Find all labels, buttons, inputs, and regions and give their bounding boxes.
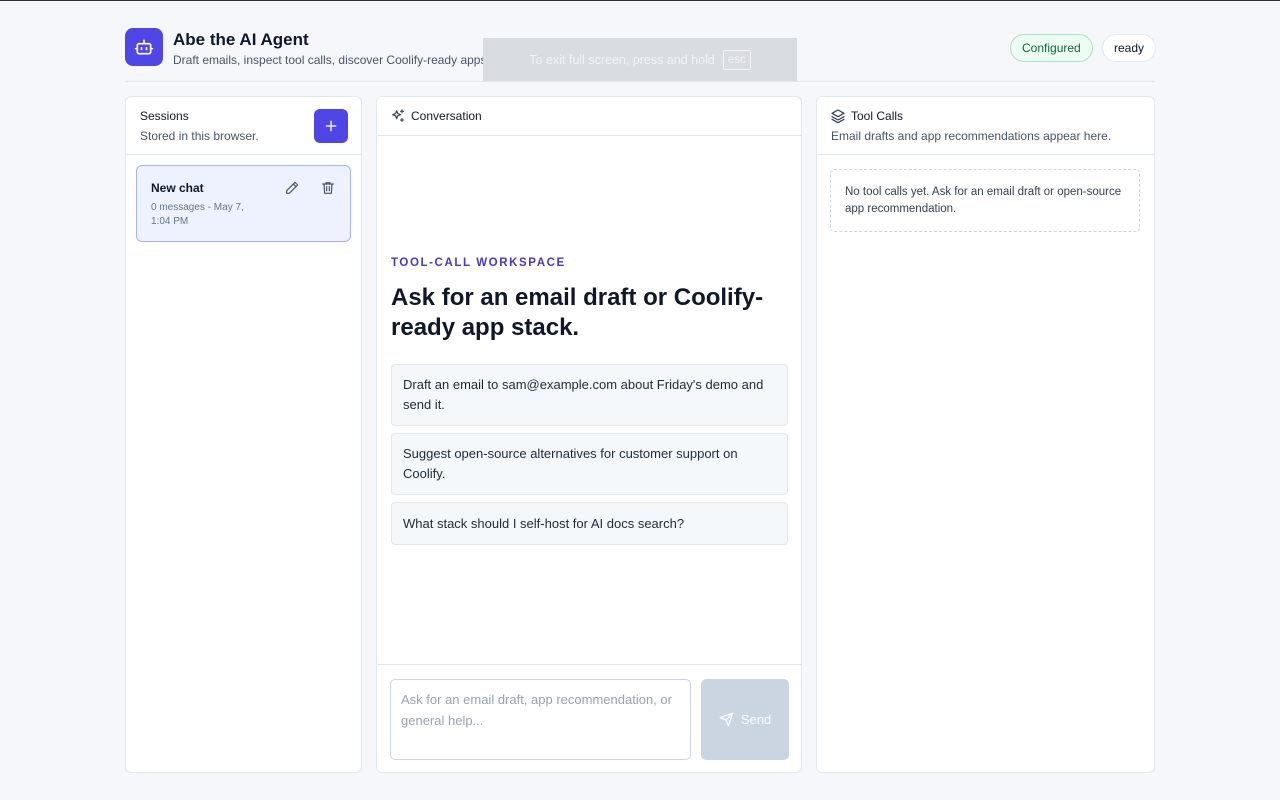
tool-calls-title: Tool Calls — [851, 109, 904, 123]
tool-calls-panel: Tool Calls Email drafts and app recommen… — [816, 96, 1155, 773]
conversation-panel: Conversation TOOL-CALL WORKSPACE Ask for… — [376, 96, 802, 773]
suggested-prompt-text: Suggest open-source alternatives for cus… — [403, 446, 738, 481]
conversation-title: Conversation — [411, 109, 482, 123]
fullscreen-notice-text: To exit full screen, press and hold — [529, 52, 715, 67]
message-composer: Ask for an email draft, app recommendati… — [377, 664, 801, 772]
app-subtitle: Draft emails, inspect tool calls, discov… — [173, 53, 490, 67]
sessions-description: Stored in this browser. — [140, 129, 259, 143]
send-button[interactable]: Send — [701, 679, 789, 760]
tool-calls-description: Email drafts and app recommendations app… — [831, 129, 1112, 143]
tool-calls-header: Tool Calls Email drafts and app recommen… — [817, 97, 1154, 155]
window-top-border — [0, 0, 1280, 1]
sparkles-icon — [390, 108, 406, 124]
message-input[interactable]: Ask for an email draft, app recommendati… — [390, 679, 691, 760]
fullscreen-exit-notice: To exit full screen, press and hold esc — [483, 38, 797, 81]
plus-icon — [325, 120, 337, 132]
send-label: Send — [740, 712, 772, 727]
conversation-header: Conversation — [377, 97, 801, 136]
conversation-heading: Ask for an email draft or Coolify-ready … — [391, 284, 764, 341]
suggested-prompt-text: Draft an email to sam@example.com about … — [403, 377, 764, 412]
robot-icon — [125, 28, 163, 66]
sessions-header: Sessions Stored in this browser. — [126, 97, 361, 155]
session-title: New chat — [151, 181, 204, 195]
sessions-title: Sessions — [140, 109, 189, 123]
suggested-prompt-text: What stack should I self-host for AI doc… — [403, 515, 685, 531]
layers-icon — [830, 108, 846, 124]
trash-icon[interactable] — [320, 180, 336, 196]
suggested-prompt[interactable]: What stack should I self-host for AI doc… — [391, 502, 788, 545]
session-meta: 0 messages - May 7, 1:04 PM — [151, 202, 244, 227]
suggested-prompt[interactable]: Suggest open-source alternatives for cus… — [391, 433, 788, 495]
app-title: Abe the AI Agent — [173, 30, 309, 49]
pencil-icon[interactable] — [284, 180, 300, 196]
configured-badge: Configured — [1010, 34, 1093, 62]
new-session-button[interactable] — [314, 109, 348, 143]
suggested-prompt[interactable]: Draft an email to sam@example.com about … — [391, 364, 788, 426]
esc-key-hint: esc — [722, 49, 751, 70]
workspace-eyebrow: TOOL-CALL WORKSPACE — [391, 257, 566, 269]
session-item[interactable]: New chat 0 messages - May 7, 1:04 PM — [136, 165, 351, 242]
status-badge: ready — [1102, 34, 1157, 62]
tool-calls-empty-state: No tool calls yet. Ask for an email draf… — [830, 169, 1140, 232]
sessions-panel: Sessions Stored in this browser. New cha… — [125, 96, 362, 773]
send-icon — [719, 712, 734, 727]
